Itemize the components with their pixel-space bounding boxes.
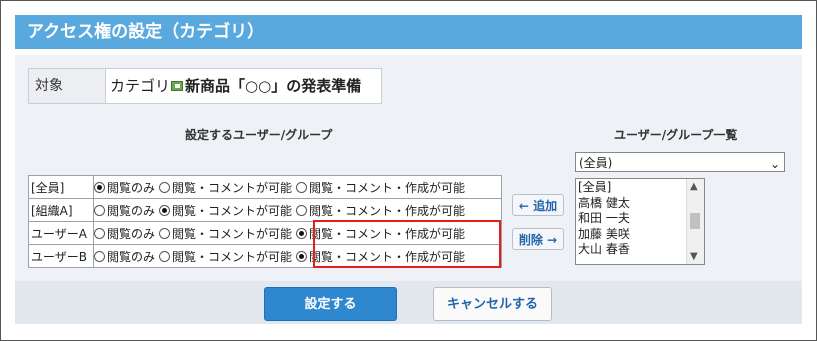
table-row: [組織A] 閲覧のみ 閲覧・コメントが可能 閲覧・コメント・作成が可能 (28, 198, 502, 222)
target-value: カテゴリ 新商品「○○」の発表準備 (106, 69, 381, 103)
user-listbox[interactable]: [全員] 高橋 健太 和田 一夫 加藤 美咲 大山 春香 ▲ ▼ (575, 178, 705, 265)
group-select[interactable]: (全員) ⌄ (575, 152, 785, 172)
list-item[interactable]: 和田 一夫 (578, 211, 630, 227)
row-user-name: ユーザーB (28, 244, 94, 268)
row-permission-options: 閲覧のみ 閲覧・コメントが可能 閲覧・コメント・作成が可能 (93, 221, 502, 245)
footer-bar (15, 281, 802, 324)
radio-button[interactable] (94, 250, 105, 262)
radio-button[interactable] (94, 181, 105, 193)
table-row: [全員] 閲覧のみ 閲覧・コメントが可能 閲覧・コメント・作成が可能 (28, 175, 502, 199)
permission-option[interactable]: 閲覧のみ (94, 179, 155, 196)
permission-option[interactable]: 閲覧・コメントが可能 (159, 202, 292, 219)
option-label: 閲覧・コメントが可能 (172, 203, 293, 218)
radio-button[interactable] (94, 204, 105, 216)
option-label: 閲覧のみ (107, 226, 156, 241)
category-folder-icon (171, 81, 184, 91)
add-button[interactable]: ← 追加 (512, 194, 564, 216)
radio-button[interactable] (296, 250, 308, 262)
radio-button[interactable] (296, 204, 308, 216)
radio-button[interactable] (94, 227, 105, 239)
radio-button[interactable] (159, 204, 171, 216)
permission-option[interactable]: 閲覧のみ (94, 202, 155, 219)
row-user-name: [組織A] (28, 198, 94, 222)
option-label: 閲覧・コメントが可能 (172, 249, 293, 264)
list-item[interactable]: 高橋 健太 (578, 196, 630, 212)
list-item[interactable]: 大山 春香 (578, 242, 630, 258)
radio-button[interactable] (296, 181, 308, 193)
submit-button[interactable]: 設定する (264, 287, 397, 321)
radio-button[interactable] (296, 227, 308, 239)
permission-option[interactable]: 閲覧のみ (94, 225, 155, 242)
option-label: 閲覧・コメント・作成が可能 (309, 203, 466, 218)
radio-button[interactable] (159, 250, 171, 262)
option-label: 閲覧・コメントが可能 (172, 226, 293, 241)
scroll-thumb[interactable] (690, 213, 700, 229)
radio-button[interactable] (159, 227, 171, 239)
cancel-button[interactable]: キャンセルする (433, 287, 552, 321)
remove-button[interactable]: 削除 → (512, 228, 564, 250)
user-list-heading: ユーザー/グループ一覧 (614, 128, 738, 142)
scroll-down-icon[interactable]: ▼ (690, 251, 698, 262)
target-row: 対象 カテゴリ 新商品「○○」の発表準備 (28, 68, 382, 104)
set-users-heading: 設定するユーザー/グループ (185, 128, 333, 142)
scroll-up-icon[interactable]: ▲ (690, 181, 698, 192)
row-user-name: [全員] (28, 175, 94, 199)
list-item[interactable]: 加藤 美咲 (578, 227, 630, 243)
permission-option[interactable]: 閲覧・コメントが可能 (159, 248, 292, 265)
category-prefix: カテゴリ (110, 77, 171, 95)
table-row: ユーザーA 閲覧のみ 閲覧・コメントが可能 閲覧・コメント・作成が可能 (28, 221, 502, 245)
row-permission-options: 閲覧のみ 閲覧・コメントが可能 閲覧・コメント・作成が可能 (93, 244, 502, 268)
permission-option[interactable]: 閲覧のみ (94, 248, 155, 265)
listbox-scrollbar[interactable]: ▲ ▼ (686, 179, 704, 264)
target-label: 対象 (29, 69, 106, 103)
option-label: 閲覧・コメント・作成が可能 (309, 226, 466, 241)
row-permission-options: 閲覧のみ 閲覧・コメントが可能 閲覧・コメント・作成が可能 (93, 198, 502, 222)
list-item[interactable]: [全員] (578, 180, 630, 196)
permission-option[interactable]: 閲覧・コメント・作成が可能 (296, 248, 465, 265)
row-user-name: ユーザーA (28, 221, 94, 245)
permission-option[interactable]: 閲覧・コメント・作成が可能 (296, 179, 465, 196)
option-label: 閲覧・コメントが可能 (172, 180, 293, 195)
permission-option[interactable]: 閲覧・コメント・作成が可能 (296, 202, 465, 219)
permission-option[interactable]: 閲覧・コメント・作成が可能 (296, 225, 465, 242)
table-row: ユーザーB 閲覧のみ 閲覧・コメントが可能 閲覧・コメント・作成が可能 (28, 244, 502, 268)
permission-option[interactable]: 閲覧・コメントが可能 (159, 225, 292, 242)
option-label: 閲覧のみ (107, 249, 156, 264)
page-title: アクセス権の設定（カテゴリ） (15, 15, 802, 49)
option-label: 閲覧のみ (107, 203, 156, 218)
category-name: 新商品「○○」の発表準備 (185, 77, 362, 95)
group-select-value: (全員) (579, 156, 613, 170)
permission-option[interactable]: 閲覧・コメントが可能 (159, 179, 292, 196)
chevron-down-icon: ⌄ (769, 157, 780, 171)
option-label: 閲覧のみ (107, 180, 156, 195)
option-label: 閲覧・コメント・作成が可能 (309, 249, 466, 264)
radio-button[interactable] (159, 181, 171, 193)
permission-table: [全員] 閲覧のみ 閲覧・コメントが可能 閲覧・コメント・作成が可能 [組織A] 閲覧のみ… (28, 175, 502, 268)
row-permission-options: 閲覧のみ 閲覧・コメントが可能 閲覧・コメント・作成が可能 (93, 175, 502, 199)
option-label: 閲覧・コメント・作成が可能 (309, 180, 466, 195)
